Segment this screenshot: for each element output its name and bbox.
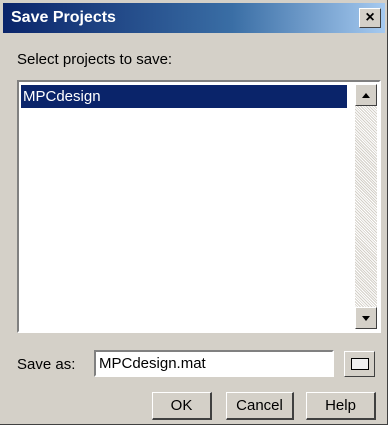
close-icon: ×: [365, 9, 375, 26]
ok-button[interactable]: OK: [152, 392, 212, 420]
save-as-label: Save as:: [17, 356, 76, 373]
vertical-scrollbar[interactable]: [355, 84, 377, 329]
scroll-down-arrow-icon: [362, 315, 370, 321]
folder-browse-icon: [350, 358, 369, 370]
list-item[interactable]: MPCdesign: [21, 85, 347, 108]
select-projects-label: Select projects to save:: [17, 51, 173, 68]
save-as-input[interactable]: [94, 350, 334, 377]
window-title: Save Projects: [11, 9, 116, 26]
browse-button[interactable]: [344, 351, 375, 377]
help-button[interactable]: Help: [306, 392, 376, 420]
cancel-button[interactable]: Cancel: [226, 392, 294, 420]
close-button[interactable]: ×: [359, 8, 381, 28]
projects-listbox[interactable]: MPCdesign: [17, 80, 381, 333]
scroll-down-button[interactable]: [355, 307, 377, 329]
save-projects-dialog: Save Projects × Select projects to save:…: [0, 0, 388, 425]
title-bar[interactable]: Save Projects ×: [3, 3, 385, 33]
scroll-up-button[interactable]: [355, 84, 377, 106]
scroll-up-arrow-icon: [362, 92, 370, 98]
